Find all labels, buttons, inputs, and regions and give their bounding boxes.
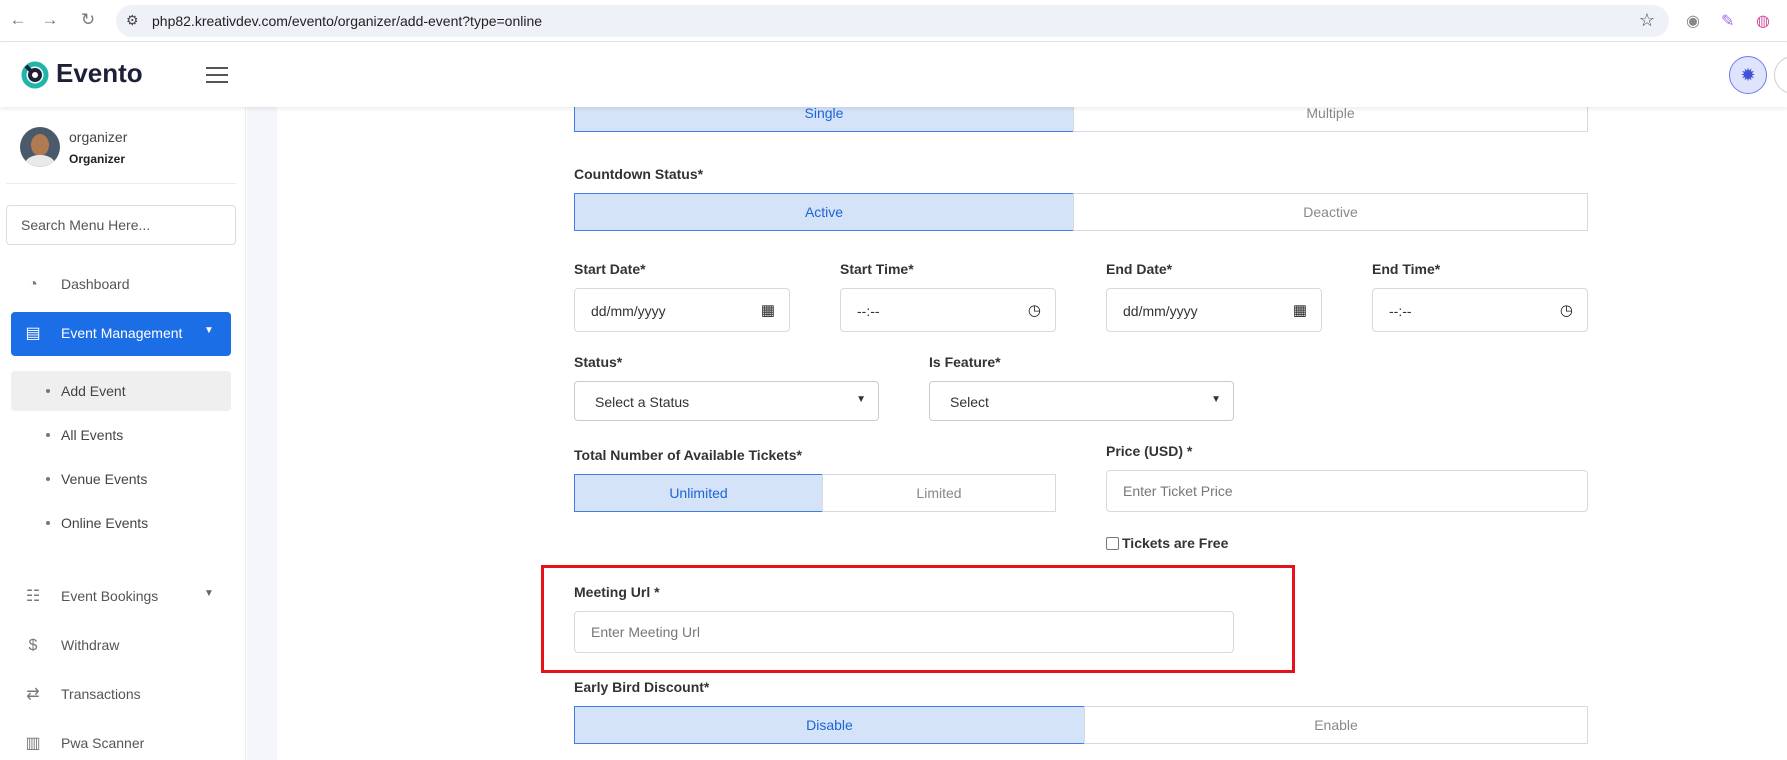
book-icon: ▤ <box>25 325 41 342</box>
sidebar-subitem-label: Venue Events <box>61 471 148 487</box>
meeting-url-input[interactable] <box>574 611 1234 653</box>
back-icon[interactable]: ← <box>8 10 28 30</box>
sidebar-item-event-bookings[interactable]: ☷ Event Bookings ▼ <box>11 575 231 619</box>
sidebar-subitem-all-events[interactable]: All Events <box>11 415 231 455</box>
sidebar-item-label: Transactions <box>61 686 141 702</box>
tickets-label: Total Number of Available Tickets* <box>574 447 802 463</box>
divider <box>6 183 236 184</box>
exchange-icon: ⇄ <box>26 686 40 703</box>
end-time-label: End Time* <box>1372 261 1441 277</box>
calendar-icon[interactable]: ▦ <box>1293 301 1307 319</box>
price-input[interactable] <box>1106 470 1588 512</box>
countdown-active-button[interactable]: Active <box>574 193 1074 231</box>
menu-toggle-icon[interactable] <box>206 67 228 83</box>
settings-gear-icon[interactable]: ✹ <box>1729 56 1767 94</box>
tickets-free-label: Tickets are Free <box>1122 535 1229 551</box>
countdown-label: Countdown Status* <box>574 166 704 182</box>
is-feature-label: Is Feature* <box>929 354 1001 370</box>
start-time-value: --:-- <box>857 303 880 319</box>
sidebar-subitem-venue-events[interactable]: Venue Events <box>11 459 231 499</box>
pen-icon[interactable]: ✎ <box>1721 11 1734 31</box>
logo-text[interactable]: Evento <box>56 58 143 89</box>
forward-icon[interactable]: → <box>40 10 60 30</box>
end-date-label: End Date* <box>1106 261 1173 277</box>
app-header: Evento ✹ <box>0 43 1787 107</box>
camera-icon[interactable]: ◉ <box>1686 11 1700 31</box>
url-text: php82.kreativdev.com/evento/organizer/ad… <box>152 13 543 29</box>
money-icon: $ <box>28 637 38 654</box>
early-bird-enable-button[interactable]: Enable <box>1084 706 1588 744</box>
user-avatar-button[interactable] <box>1774 56 1787 94</box>
extension-icon[interactable]: ◍ <box>1756 11 1770 31</box>
start-date-value: dd/mm/yyyy <box>591 303 666 319</box>
palette-icon: ◔ <box>28 276 38 293</box>
sidebar-item-pwa-scanner[interactable]: ▥ Pwa Scanner <box>11 722 231 760</box>
sidebar-item-label: Event Management <box>61 325 183 341</box>
early-bird-label: Early Bird Discount* <box>574 679 710 695</box>
is-feature-select-value: Select <box>950 394 989 410</box>
sidebar-item-label: Event Bookings <box>61 588 159 604</box>
start-time-label: Start Time* <box>840 261 914 277</box>
sidebar-subitem-label: Online Events <box>61 515 149 531</box>
reload-icon[interactable]: ↻ <box>78 10 98 30</box>
end-time-value: --:-- <box>1389 303 1412 319</box>
start-time-field[interactable]: --:-- ◷ <box>840 288 1056 332</box>
start-date-field[interactable]: dd/mm/yyyy ▦ <box>574 288 790 332</box>
status-label: Status* <box>574 354 623 370</box>
caret-down-icon: ▼ <box>204 325 214 336</box>
sidebar: organizer Organizer ◔ Dashboard ▤ Event … <box>0 107 246 760</box>
tickets-unlimited-button[interactable]: Unlimited <box>574 474 823 512</box>
tickets-free-checkbox[interactable] <box>1106 537 1119 550</box>
status-select-value: Select a Status <box>595 394 690 410</box>
countdown-deactive-button[interactable]: Deactive <box>1073 193 1588 231</box>
chevron-down-icon: ▼ <box>856 394 866 405</box>
chevron-down-icon: ▼ <box>1211 394 1221 405</box>
start-date-label: Start Date* <box>574 261 646 277</box>
early-bird-disable-button[interactable]: Disable <box>574 706 1085 744</box>
address-bar[interactable]: ⚙ php82.kreativdev.com/evento/organizer/… <box>116 5 1669 37</box>
sidebar-item-label: Dashboard <box>61 276 130 292</box>
clock-icon[interactable]: ◷ <box>1560 301 1573 319</box>
profile-role: Organizer <box>69 152 126 166</box>
meeting-url-label: Meeting Url * <box>574 584 660 600</box>
sidebar-subitem-add-event[interactable]: Add Event <box>11 371 231 411</box>
sidebar-subitem-label: All Events <box>61 427 124 443</box>
end-date-value: dd/mm/yyyy <box>1123 303 1198 319</box>
bookmark-star-icon[interactable]: ☆ <box>1639 10 1655 31</box>
calendar-icon[interactable]: ▦ <box>761 301 775 319</box>
status-select[interactable]: Select a Status ▼ <box>574 381 879 421</box>
sidebar-subitem-label: Add Event <box>61 383 126 399</box>
clock-icon[interactable]: ◷ <box>1028 301 1041 319</box>
is-feature-select[interactable]: Select ▼ <box>929 381 1234 421</box>
site-info-icon[interactable]: ⚙ <box>126 12 139 29</box>
sidebar-item-label: Withdraw <box>61 637 120 653</box>
sidebar-search-input[interactable] <box>6 205 236 245</box>
avatar <box>20 127 60 167</box>
price-label: Price (USD) * <box>1106 443 1193 459</box>
scanner-icon: ▥ <box>25 735 41 752</box>
people-icon: ☷ <box>25 588 41 605</box>
sidebar-item-event-management[interactable]: ▤ Event Management ▼ <box>11 312 231 356</box>
profile-name: organizer <box>69 129 128 145</box>
sidebar-item-withdraw[interactable]: $ Withdraw <box>11 624 231 668</box>
sidebar-item-label: Pwa Scanner <box>61 735 145 751</box>
end-date-field[interactable]: dd/mm/yyyy ▦ <box>1106 288 1322 332</box>
end-time-field[interactable]: --:-- ◷ <box>1372 288 1588 332</box>
sidebar-item-transactions[interactable]: ⇄ Transactions <box>11 673 231 717</box>
sidebar-subitem-online-events[interactable]: Online Events <box>11 503 231 543</box>
logo-icon <box>21 61 49 89</box>
caret-down-icon: ▼ <box>204 588 214 599</box>
tickets-limited-button[interactable]: Limited <box>822 474 1056 512</box>
sidebar-item-dashboard[interactable]: ◔ Dashboard <box>11 263 231 307</box>
browser-toolbar: ← → ↻ ⚙ php82.kreativdev.com/evento/orga… <box>0 0 1787 42</box>
